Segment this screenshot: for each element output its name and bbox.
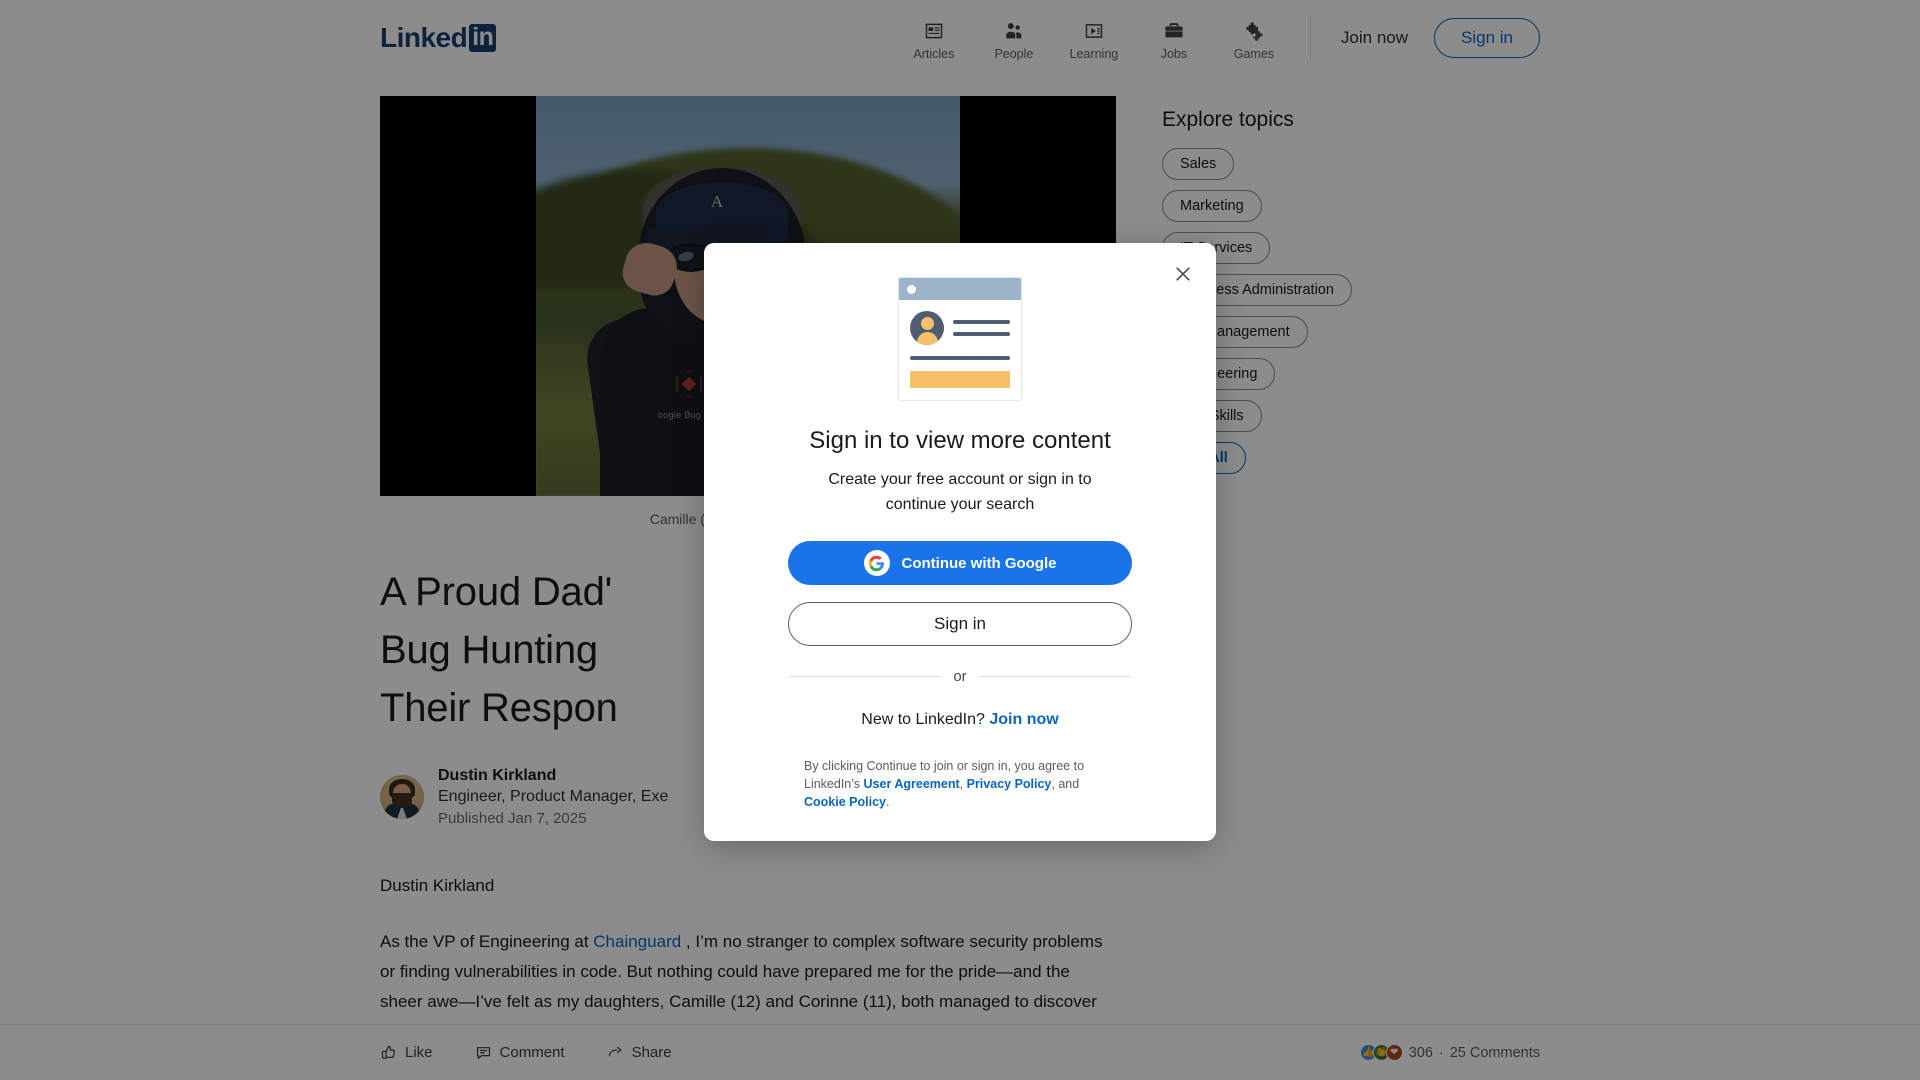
modal-join-now-link[interactable]: Join now bbox=[989, 711, 1058, 728]
illustration-titlebar bbox=[899, 278, 1021, 300]
modal-subheading: Create your free account or sign in to c… bbox=[828, 471, 1092, 513]
legal-disclaimer: By clicking Continue to join or sign in,… bbox=[804, 757, 1116, 811]
or-line-left bbox=[788, 676, 942, 677]
illustration-body bbox=[899, 300, 1021, 388]
google-button-label: Continue with Google bbox=[901, 554, 1057, 572]
illustration-cta-bar bbox=[910, 371, 1010, 388]
profile-card-illustration bbox=[898, 277, 1022, 401]
or-line-right bbox=[978, 676, 1132, 677]
cookie-policy-link[interactable]: Cookie Policy bbox=[804, 795, 886, 809]
close-icon[interactable] bbox=[1166, 257, 1200, 291]
illustration-wide-line bbox=[910, 356, 1010, 360]
illustration-avatar-icon bbox=[910, 311, 944, 345]
legal-sep-2: , and bbox=[1051, 777, 1080, 791]
user-agreement-link[interactable]: User Agreement bbox=[864, 777, 960, 791]
google-icon bbox=[863, 550, 890, 576]
privacy-policy-link[interactable]: Privacy Policy bbox=[967, 777, 1052, 791]
legal-sep-1: , bbox=[959, 777, 967, 791]
continue-with-google-button[interactable]: Continue with Google bbox=[788, 541, 1132, 585]
new-to-label: New to LinkedIn? bbox=[861, 711, 985, 728]
modal-heading: Sign in to view more content bbox=[809, 427, 1111, 454]
or-divider: or bbox=[788, 668, 1132, 685]
or-label: or bbox=[953, 668, 967, 685]
new-to-linkedin-row: New to LinkedIn? Join now bbox=[704, 685, 1216, 729]
sign-in-modal: Sign in to view more content Create your… bbox=[704, 243, 1216, 841]
illustration-dot bbox=[907, 284, 916, 294]
legal-end: . bbox=[885, 795, 890, 809]
modal-sign-in-button[interactable]: Sign in bbox=[788, 602, 1132, 646]
